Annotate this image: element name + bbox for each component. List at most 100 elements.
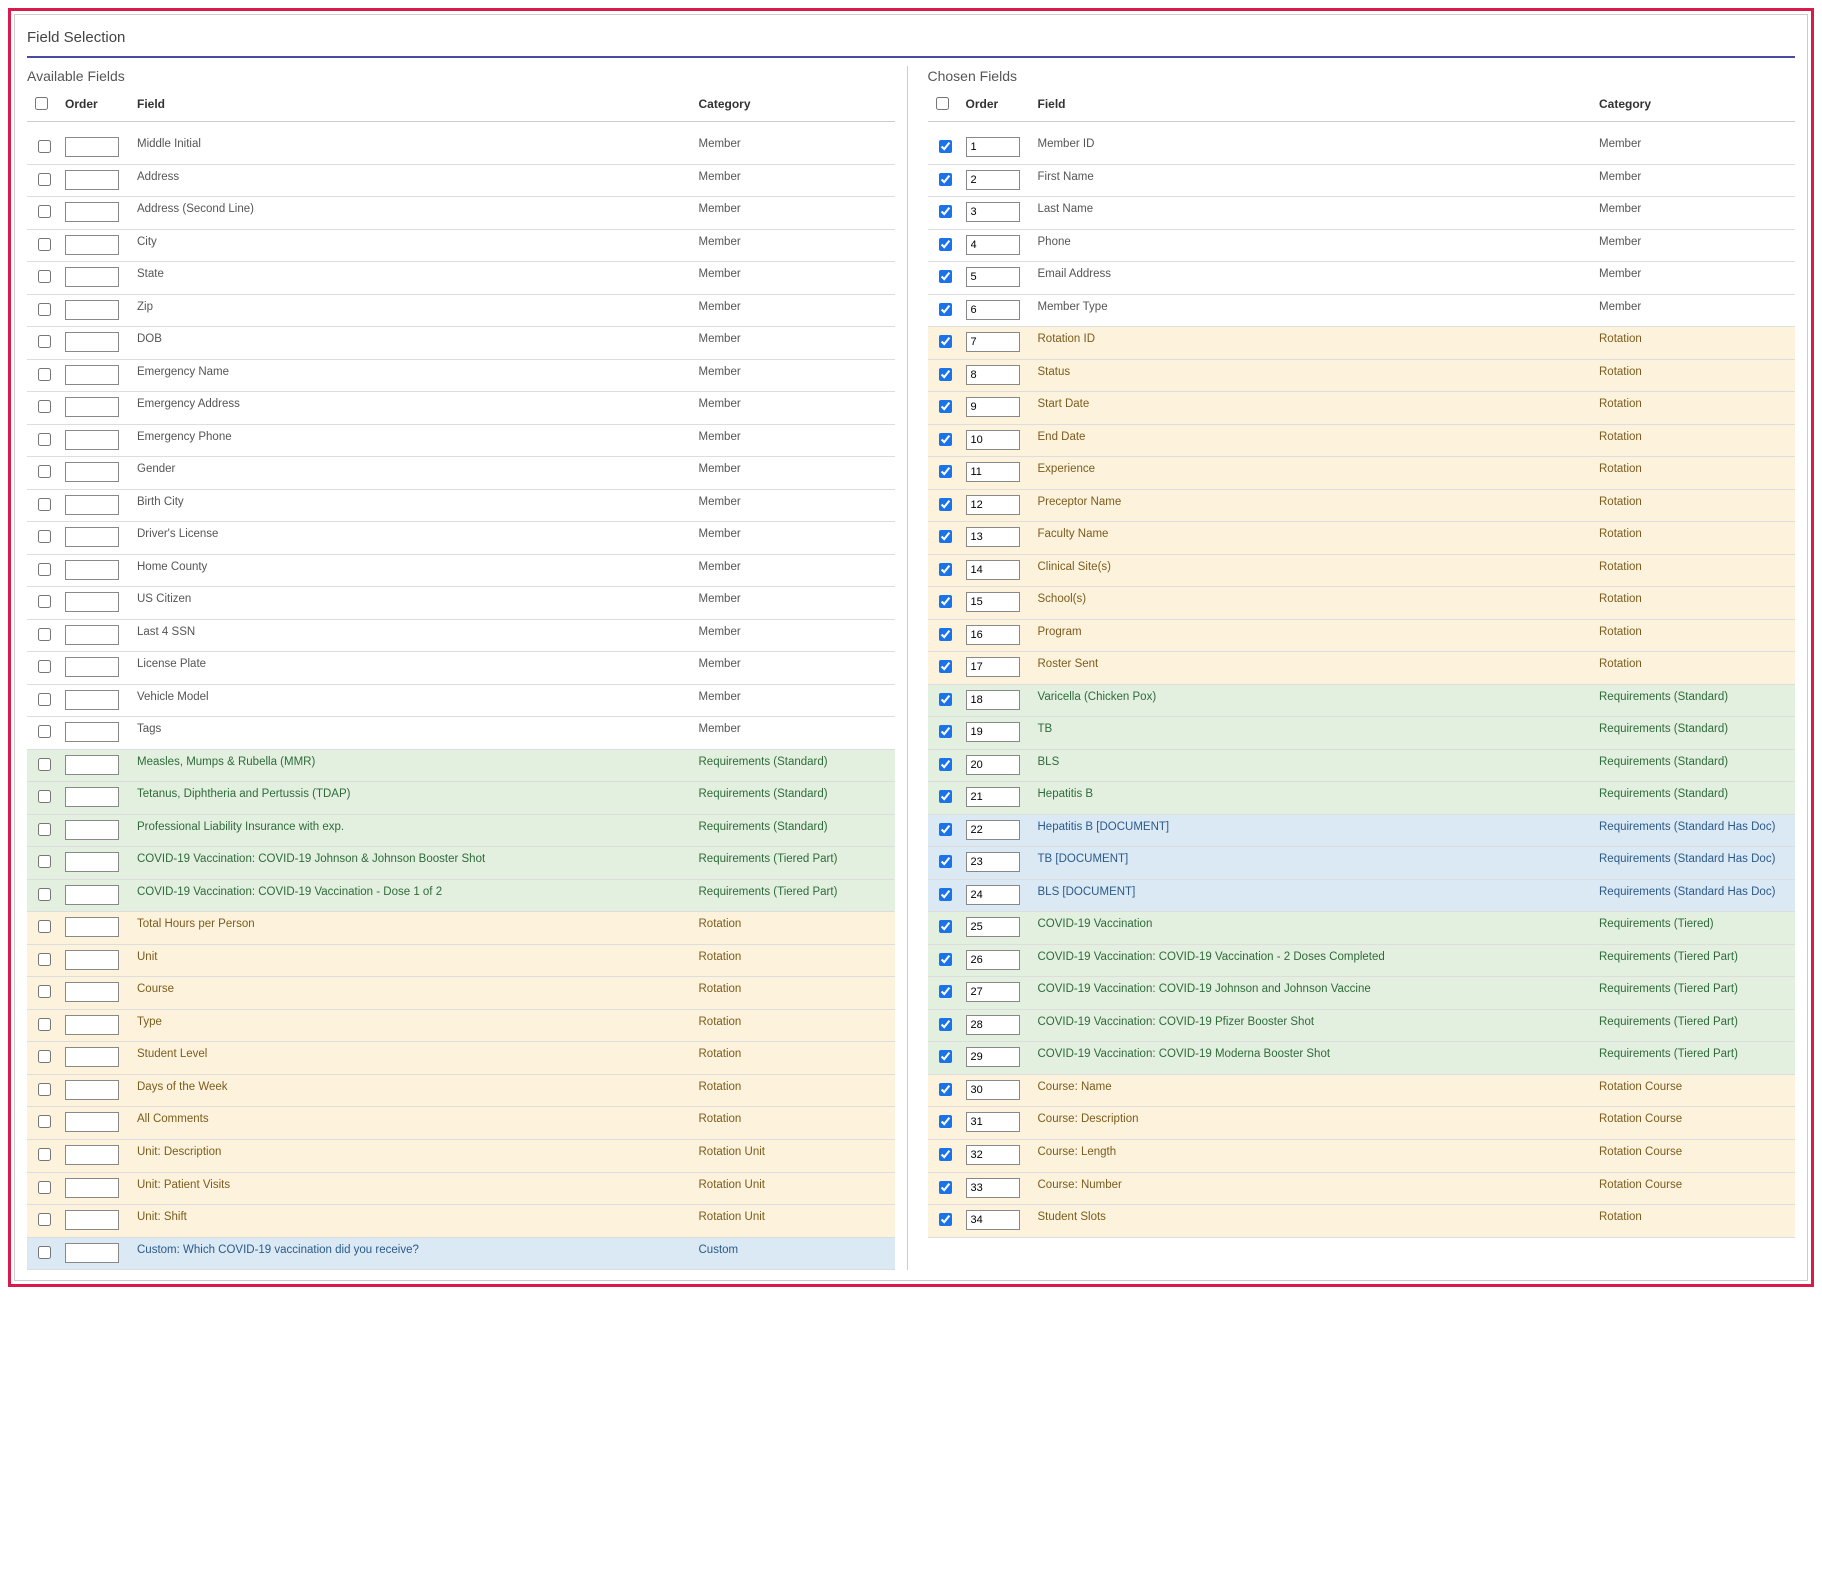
row-checkbox[interactable] [939,1018,952,1031]
order-input[interactable] [65,625,119,645]
order-input[interactable] [65,267,119,287]
order-input[interactable] [966,397,1020,417]
row-checkbox[interactable] [38,855,51,868]
row-checkbox[interactable] [939,1213,952,1226]
order-input[interactable] [966,1210,1020,1230]
order-input[interactable] [65,397,119,417]
row-checkbox[interactable] [939,855,952,868]
row-checkbox[interactable] [939,1115,952,1128]
row-checkbox[interactable] [38,140,51,153]
row-checkbox[interactable] [38,433,51,446]
row-checkbox[interactable] [939,563,952,576]
order-input[interactable] [966,1112,1020,1132]
order-input[interactable] [966,300,1020,320]
row-checkbox[interactable] [38,985,51,998]
order-input[interactable] [65,1243,119,1263]
row-checkbox[interactable] [38,823,51,836]
row-checkbox[interactable] [939,660,952,673]
row-checkbox[interactable] [939,303,952,316]
row-checkbox[interactable] [939,498,952,511]
order-input[interactable] [65,235,119,255]
row-checkbox[interactable] [939,758,952,771]
row-checkbox[interactable] [38,790,51,803]
row-checkbox[interactable] [939,465,952,478]
row-checkbox[interactable] [939,368,952,381]
order-input[interactable] [966,430,1020,450]
row-checkbox[interactable] [38,1050,51,1063]
order-input[interactable] [65,1080,119,1100]
order-input[interactable] [966,202,1020,222]
row-checkbox[interactable] [38,368,51,381]
order-input[interactable] [65,332,119,352]
row-checkbox[interactable] [38,660,51,673]
row-checkbox[interactable] [38,1115,51,1128]
row-checkbox[interactable] [38,498,51,511]
row-checkbox[interactable] [939,1083,952,1096]
row-checkbox[interactable] [38,270,51,283]
order-input[interactable] [65,300,119,320]
chosen-select-all-checkbox[interactable] [936,97,949,110]
row-checkbox[interactable] [939,205,952,218]
order-input[interactable] [65,852,119,872]
row-checkbox[interactable] [939,270,952,283]
order-input[interactable] [966,170,1020,190]
row-checkbox[interactable] [939,725,952,738]
order-input[interactable] [966,885,1020,905]
row-checkbox[interactable] [38,563,51,576]
order-input[interactable] [65,527,119,547]
order-input[interactable] [65,1145,119,1165]
row-checkbox[interactable] [38,693,51,706]
order-input[interactable] [65,170,119,190]
order-input[interactable] [65,657,119,677]
order-input[interactable] [65,1112,119,1132]
available-select-all-checkbox[interactable] [35,97,48,110]
row-checkbox[interactable] [939,693,952,706]
order-input[interactable] [65,787,119,807]
row-checkbox[interactable] [38,465,51,478]
row-checkbox[interactable] [38,1083,51,1096]
order-input[interactable] [65,755,119,775]
row-checkbox[interactable] [38,628,51,641]
row-checkbox[interactable] [38,725,51,738]
order-input[interactable] [966,267,1020,287]
order-input[interactable] [65,1210,119,1230]
order-input[interactable] [966,787,1020,807]
order-input[interactable] [966,527,1020,547]
order-input[interactable] [966,1145,1020,1165]
order-input[interactable] [966,462,1020,482]
order-input[interactable] [966,365,1020,385]
order-input[interactable] [966,560,1020,580]
row-checkbox[interactable] [939,1148,952,1161]
order-input[interactable] [65,885,119,905]
row-checkbox[interactable] [939,433,952,446]
row-checkbox[interactable] [38,530,51,543]
order-input[interactable] [966,235,1020,255]
row-checkbox[interactable] [939,530,952,543]
row-checkbox[interactable] [939,953,952,966]
row-checkbox[interactable] [38,303,51,316]
row-checkbox[interactable] [38,205,51,218]
order-input[interactable] [65,820,119,840]
order-input[interactable] [966,950,1020,970]
row-checkbox[interactable] [939,920,952,933]
order-input[interactable] [65,1015,119,1035]
order-input[interactable] [65,462,119,482]
order-input[interactable] [65,430,119,450]
order-input[interactable] [966,755,1020,775]
order-input[interactable] [966,332,1020,352]
row-checkbox[interactable] [939,1181,952,1194]
row-checkbox[interactable] [38,758,51,771]
row-checkbox[interactable] [939,400,952,413]
order-input[interactable] [65,560,119,580]
row-checkbox[interactable] [38,1018,51,1031]
row-checkbox[interactable] [939,595,952,608]
row-checkbox[interactable] [38,238,51,251]
order-input[interactable] [65,950,119,970]
row-checkbox[interactable] [38,400,51,413]
order-input[interactable] [966,1080,1020,1100]
row-checkbox[interactable] [38,335,51,348]
row-checkbox[interactable] [38,953,51,966]
row-checkbox[interactable] [38,1148,51,1161]
row-checkbox[interactable] [939,628,952,641]
order-input[interactable] [65,1178,119,1198]
